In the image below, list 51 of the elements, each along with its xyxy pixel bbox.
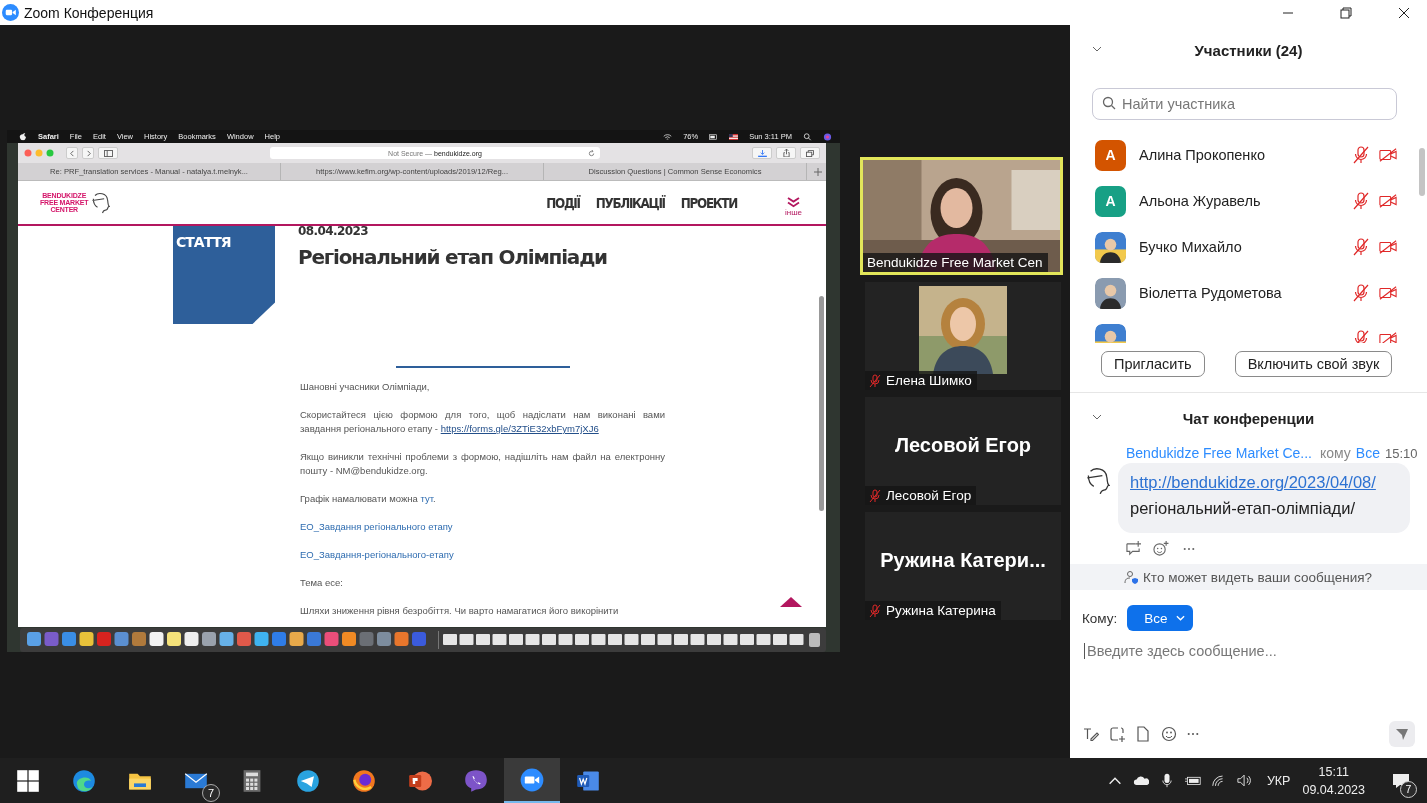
video-name-label: Bendukidze Free Market Cen bbox=[863, 253, 1048, 272]
recipient-dropdown[interactable]: Все bbox=[1127, 605, 1194, 631]
site-nav-link[interactable]: ПУБЛІКАЦІЇ bbox=[595, 194, 665, 211]
article-paragraph: Шляхи зниження рівня безробіття. Чи варто намагатися його викорінити bbox=[300, 604, 620, 618]
video-tile[interactable]: Bendukidze Free Market Cen bbox=[860, 157, 1063, 275]
article-link[interactable]: ЕО_Завдання-регіонального-етапу bbox=[300, 549, 454, 560]
article-link[interactable]: ЕО_Завдання регіонального етапу bbox=[300, 521, 453, 532]
participant-name[interactable]: Бучко Михайло bbox=[1139, 239, 1242, 255]
participant-name[interactable]: Альона Журавель bbox=[1139, 193, 1261, 209]
participant-name-large: Ружина Катери... bbox=[880, 548, 1046, 572]
article-link[interactable]: тут bbox=[420, 493, 433, 504]
taskbar-clock[interactable]: 15:11 09.04.2023 bbox=[1302, 762, 1365, 799]
participant-name[interactable]: Алина Прокопенко bbox=[1139, 147, 1265, 163]
article-paragraph: Графік намалювати можна тут. bbox=[300, 492, 437, 506]
video-tile[interactable]: Ружина Катери... Ружина Катерина bbox=[865, 512, 1061, 620]
language-indicator[interactable]: УКР bbox=[1266, 773, 1291, 788]
notification-center-button[interactable]: 7 bbox=[1383, 760, 1419, 801]
message-input[interactable]: Введите здесь сообщение... bbox=[1084, 643, 1407, 659]
message-link[interactable]: http://bendukidze.org/2023/04/08/ bbox=[1130, 473, 1376, 491]
article-badge: СТАТТЯ bbox=[173, 226, 275, 324]
more-link[interactable]: інше bbox=[784, 207, 802, 217]
article-date: 08.04.2023 bbox=[298, 224, 369, 238]
avatar-initial: А bbox=[1095, 139, 1126, 171]
message-bubble: http://bendukidze.org/2023/04/08/ регіональний-етап-олімпіади/ bbox=[1118, 463, 1410, 533]
site-nav-link[interactable]: ПОДІЇ bbox=[546, 194, 580, 211]
site-nav-link[interactable]: ПРОЕКТИ bbox=[680, 194, 737, 211]
panel-button[interactable]: Включить свой звук bbox=[1234, 351, 1393, 377]
article-paragraph: Шановні учасники Олімпіади, bbox=[300, 380, 431, 394]
article-paragraph: Якщо виникли технічні проблеми з формою, надішліть нам файл на електронну пошту - NM@bendukidze.org. bbox=[300, 450, 665, 478]
video-name-label: Елена Шимко bbox=[865, 371, 977, 390]
chat-title: Чат конференции bbox=[1182, 409, 1315, 427]
participants-title: Участники (24) bbox=[1194, 41, 1303, 59]
video-name-label: Ружина Катерина bbox=[865, 601, 1001, 620]
video-tile[interactable]: Елена Шимко bbox=[865, 282, 1061, 390]
taskbar-app[interactable]: 7 bbox=[168, 758, 224, 803]
participant-name[interactable]: Віолетта Рудометова bbox=[1139, 285, 1282, 301]
search-field[interactable]: Найти участника bbox=[1092, 88, 1397, 120]
article-link[interactable]: https://forms.gle/3ZTiE32xbFym7jXJ6 bbox=[440, 423, 599, 434]
panel-button[interactable]: Пригласить bbox=[1101, 351, 1205, 377]
participant-name-large: Лесовой Егор bbox=[894, 433, 1032, 457]
video-name-label: Лесовой Егор bbox=[865, 486, 977, 505]
article-paragraph: Скористайтеся цією формою для того, щоб надіслати нам виконані вами завдання регіонального етапу - https://forms.gle/3ZTiE32xbFym7jXJ6 bbox=[300, 408, 665, 436]
video-tile[interactable]: Лесовой Егор Лесовой Егор bbox=[865, 397, 1061, 505]
article-title: Регіональний етап Олімпіади bbox=[298, 245, 608, 269]
avatar-initial: А bbox=[1095, 185, 1126, 217]
window-title: Zoom Конференция bbox=[24, 4, 154, 21]
message-recipient-label: кому bbox=[1320, 445, 1351, 461]
article-paragraph: Тема есе: bbox=[300, 576, 344, 590]
message-time: 15:10 bbox=[1384, 446, 1418, 461]
notification-badge: 7 bbox=[202, 784, 220, 802]
recipient-label: Кому: bbox=[1082, 610, 1118, 626]
